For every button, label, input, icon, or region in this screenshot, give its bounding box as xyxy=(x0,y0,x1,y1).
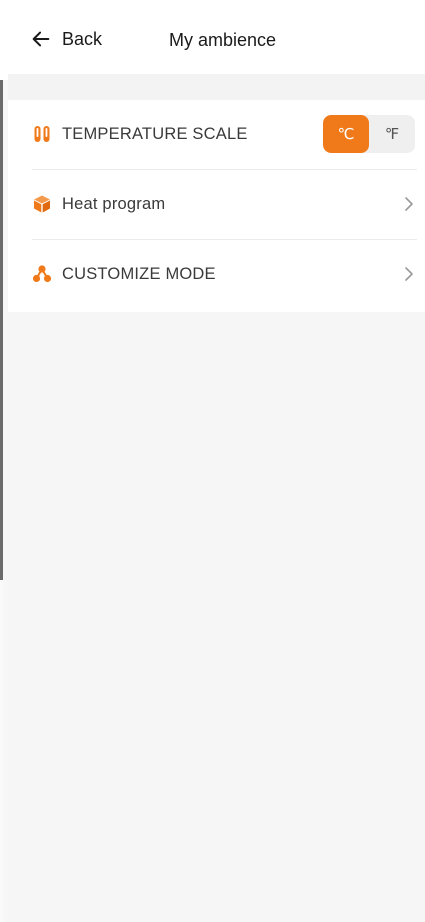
back-label: Back xyxy=(62,28,103,49)
arrow-left-icon xyxy=(32,31,50,47)
chevron-right-icon xyxy=(405,267,413,281)
settings-card: TEMPERATURE SCALE ℃ ℉ Heat program CUSTO… xyxy=(8,100,425,312)
temperature-scale-label: TEMPERATURE SCALE xyxy=(62,124,248,143)
customize-mode-row[interactable]: CUSTOMIZE MODE xyxy=(32,240,417,308)
customize-mode-label: CUSTOMIZE MODE xyxy=(62,264,216,283)
page-title: My ambience xyxy=(169,30,277,50)
app-header: Back My ambience xyxy=(0,0,425,80)
section-spacer xyxy=(8,74,425,100)
celsius-option[interactable]: ℃ xyxy=(323,115,369,153)
chevron-right-icon xyxy=(405,197,413,211)
left-edge-strip-lower xyxy=(0,580,3,922)
empty-content-area xyxy=(8,312,425,922)
temperature-unit-toggle[interactable]: ℃ ℉ xyxy=(323,115,415,153)
thermometer-pair-icon xyxy=(34,126,50,142)
cube-icon xyxy=(34,195,50,213)
temperature-scale-row: TEMPERATURE SCALE ℃ ℉ xyxy=(32,100,417,168)
heat-program-row[interactable]: Heat program xyxy=(32,170,417,238)
nodes-icon xyxy=(32,265,52,283)
fahrenheit-option[interactable]: ℉ xyxy=(369,115,415,153)
left-edge-strip xyxy=(0,0,3,580)
heat-program-label: Heat program xyxy=(62,194,166,213)
back-button[interactable]: Back xyxy=(30,28,102,50)
